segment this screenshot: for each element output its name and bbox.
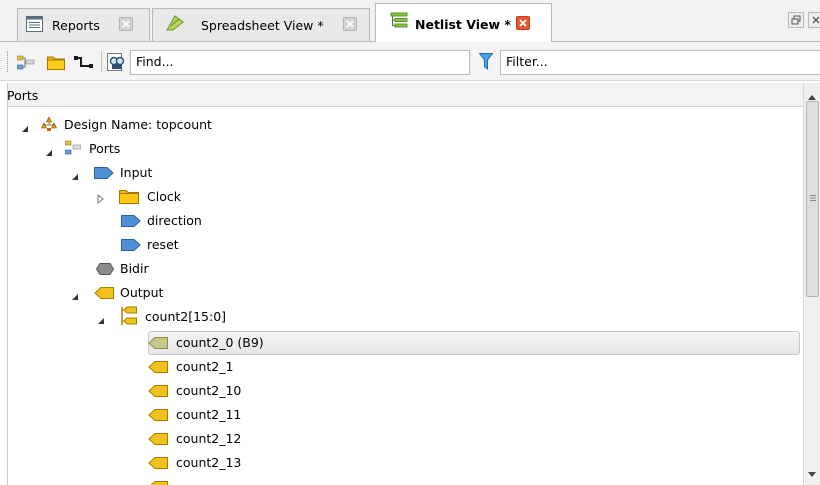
output-port-icon: [148, 481, 168, 485]
output-port-icon: [148, 433, 168, 448]
tree-row-item[interactable]: count2_0 (B9): [7, 331, 787, 355]
toolbar-separator: [101, 51, 102, 72]
tree-label-item: count2_12: [176, 431, 242, 446]
tab-spreadsheet-label: Spreadsheet View *: [201, 18, 324, 33]
tree-row-direction[interactable]: direction: [7, 209, 787, 233]
hierarchy-icon[interactable]: [74, 55, 94, 73]
collapse-arrow-icon[interactable]: [21, 121, 29, 136]
tree-row-item[interactable]: count2_10: [7, 379, 787, 403]
tab-bar: Reports Spreadsheet View * Netlist View …: [0, 0, 820, 42]
close-icon[interactable]: [343, 17, 357, 31]
find-icon[interactable]: [107, 53, 126, 74]
output-port-icon: [148, 385, 168, 400]
tree-row-item[interactable]: count2_1: [7, 355, 787, 379]
output-port-icon: [148, 457, 168, 472]
tree-row-item[interactable]: count2_13: [7, 451, 787, 475]
tab-netlist-label: Netlist View *: [415, 17, 511, 32]
tree-label-clock: Clock: [147, 189, 181, 204]
collapse-arrow-icon[interactable]: [71, 169, 79, 184]
tab-netlist-view[interactable]: Netlist View *: [375, 3, 552, 42]
input-port-icon: [121, 215, 141, 230]
filter-input[interactable]: [506, 54, 800, 69]
close-icon[interactable]: [516, 16, 530, 30]
filter-icon[interactable]: [478, 53, 494, 73]
input-port-icon: [121, 239, 141, 254]
bus-icon: [121, 306, 137, 329]
tree-label-item: count2_10: [176, 383, 242, 398]
restore-button[interactable]: [788, 12, 804, 28]
scrollbar-thumb[interactable]: [806, 101, 819, 297]
ports-icon: [64, 140, 82, 159]
tab-spreadsheet-view[interactable]: Spreadsheet View *: [152, 8, 370, 41]
tree-label-bidir: Bidir: [120, 261, 149, 276]
close-icon[interactable]: [119, 17, 133, 31]
tree-row-input[interactable]: Input: [7, 161, 787, 185]
folder-icon: [119, 189, 139, 207]
tab-reports[interactable]: Reports: [17, 8, 150, 41]
tree-label-item: count2_13: [176, 455, 242, 470]
tree-label-ports: Ports: [89, 141, 121, 156]
bidir-port-icon: [95, 263, 115, 278]
collapse-arrow-icon[interactable]: [97, 313, 105, 328]
ports-tree-icon[interactable]: [16, 55, 35, 74]
tree-label-input: Input: [120, 165, 153, 180]
collapse-arrow-icon[interactable]: [45, 145, 53, 160]
tree-label-item: count2_11: [176, 407, 242, 422]
output-port-icon: [148, 361, 168, 376]
tree-label-item: count2_1: [176, 359, 234, 374]
filter-input-box: [500, 50, 820, 75]
panel-header: Ports: [7, 83, 819, 107]
output-port-icon: [148, 337, 168, 352]
tree-row-clock[interactable]: Clock: [7, 185, 787, 209]
close-window-button[interactable]: [808, 12, 820, 28]
spreadsheet-icon: [165, 14, 185, 35]
tree-label-bus: count2[15:0]: [145, 309, 227, 324]
find-input-box: [130, 50, 470, 75]
toolbar: [0, 42, 820, 81]
netlist-icon: [390, 12, 408, 31]
folder-icon[interactable]: [47, 55, 65, 73]
tree-label-design: Design Name: topcount: [64, 117, 212, 132]
report-icon: [26, 16, 43, 35]
tree-row-bidir[interactable]: Bidir: [7, 257, 787, 281]
find-input[interactable]: [136, 54, 447, 69]
tree-row-ports[interactable]: Ports: [7, 137, 787, 161]
design-icon: [40, 116, 58, 135]
tree-row-item[interactable]: count2_12: [7, 427, 787, 451]
tree-label-output: Output: [120, 285, 164, 300]
tree-row-design[interactable]: Design Name: topcount: [7, 113, 787, 137]
tree-row-item[interactable]: count2_11: [7, 403, 787, 427]
expand-arrow-icon[interactable]: [97, 192, 105, 207]
panel-title: Ports: [7, 88, 39, 103]
scroll-down-icon[interactable]: [808, 466, 816, 481]
input-port-icon: [94, 167, 114, 182]
tree-row-bus[interactable]: count2[15:0]: [7, 305, 787, 329]
tree-row-reset[interactable]: reset: [7, 233, 787, 257]
output-port-icon: [148, 409, 168, 424]
output-port-icon: [94, 287, 114, 302]
tree-label-item: count2_0 (B9): [176, 335, 264, 350]
vertical-scrollbar[interactable]: [803, 83, 820, 485]
collapse-arrow-icon[interactable]: [71, 289, 79, 304]
ports-tree: Design Name: topcount Ports Input Clock: [7, 107, 803, 485]
tree-label-reset: reset: [147, 237, 179, 252]
tab-reports-label: Reports: [52, 18, 100, 33]
tree-row-partial: [7, 475, 787, 485]
tree-label-direction: direction: [147, 213, 202, 228]
toolbar-grip: [7, 51, 10, 72]
tree-row-output[interactable]: Output: [7, 281, 787, 305]
